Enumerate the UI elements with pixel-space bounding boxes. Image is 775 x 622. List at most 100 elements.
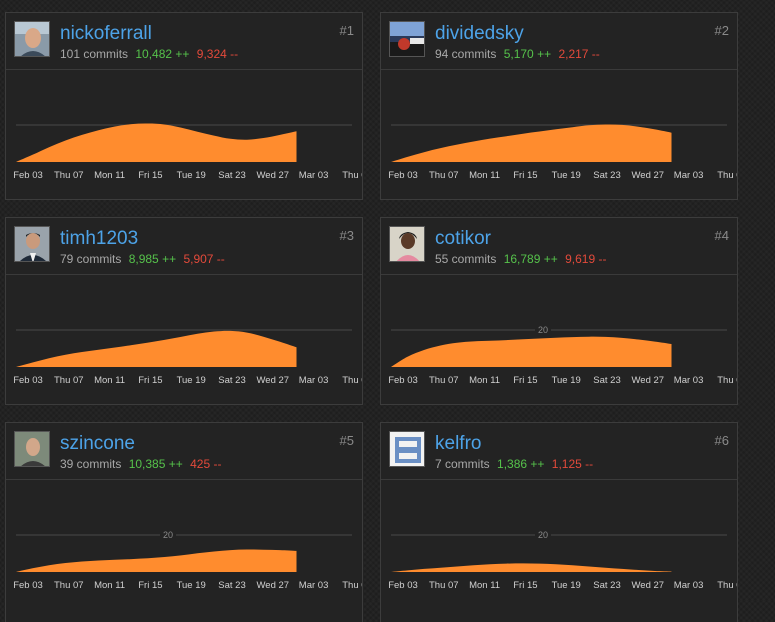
contributor-card: nickoferrall 101 commits 10,482 ++ 9,324… — [5, 12, 363, 200]
deletions-count: 9,324 -- — [196, 47, 239, 61]
x-tick-label: Thu 0 — [342, 170, 362, 181]
deletions-count: 1,125 -- — [551, 457, 594, 471]
x-tick-label: Wed 27 — [257, 580, 290, 591]
commit-area-chart: 20 Feb 03 Thu 07 Mon 11 Fri 15 Tue 19 Sat 23 We… — [388, 324, 737, 386]
username-link[interactable]: szincone — [60, 433, 135, 455]
commit-stats: 39 commits 10,385 ++ 425 -- — [60, 457, 221, 471]
rank-badge: #1 — [339, 23, 354, 38]
x-tick-label: Fri 15 — [138, 170, 162, 181]
additions-count: 10,482 ++ — [135, 47, 190, 61]
deletions-count: 2,217 -- — [558, 47, 600, 61]
additions-count: 1,386 ++ — [497, 457, 545, 471]
card-header: nickoferrall 101 commits 10,482 ++ 9,324… — [6, 13, 362, 70]
x-tick-label: Sat 23 — [593, 170, 620, 181]
x-tick-label: Thu 0 — [717, 170, 737, 181]
additions-count: 8,985 ++ — [128, 252, 177, 266]
x-tick-label: Wed 27 — [257, 170, 290, 181]
x-tick-label: Wed 27 — [257, 375, 290, 386]
x-tick-label: Tue 19 — [552, 580, 581, 591]
commit-count: 39 commits — [60, 457, 122, 471]
commit-area-chart: Feb 03 Thu 07 Mon 11 Fri 15 Tue 19 Sat 23 Wed … — [388, 124, 737, 181]
x-tick-label: Mar 03 — [674, 580, 704, 591]
x-tick-label: Wed 27 — [632, 170, 665, 181]
username-link[interactable]: cotikor — [435, 228, 491, 250]
deletions-count: 9,619 -- — [565, 252, 607, 266]
x-tick-label: Feb 03 — [388, 170, 418, 181]
x-tick-label: Thu 0 — [717, 580, 737, 591]
commit-area-chart: Feb 03 Thu 07 Mon 11 Fri 15 Tue 19 Sat 23 Wed … — [13, 329, 362, 386]
username-link[interactable]: dividedsky — [435, 23, 524, 45]
commit-area-series — [391, 124, 672, 162]
x-tick-label: Sat 23 — [218, 375, 245, 386]
username-link[interactable]: timh1203 — [60, 228, 138, 250]
commit-count: 7 commits — [435, 457, 490, 471]
avatar[interactable] — [389, 226, 425, 262]
x-tick-label: Feb 03 — [388, 580, 418, 591]
x-tick-label: Fri 15 — [513, 580, 537, 591]
x-tick-label: Fri 15 — [513, 170, 537, 181]
commit-stats: 55 commits 16,789 ++ 9,619 -- — [435, 252, 606, 266]
x-tick-label: Mon 11 — [94, 375, 125, 386]
contributor-card: dividedsky 94 commits 5,170 ++ 2,217 -- … — [380, 12, 738, 200]
x-tick-label: Feb 03 — [13, 580, 43, 591]
additions-count: 5,170 ++ — [503, 47, 552, 61]
x-tick-label: Sat 23 — [218, 580, 245, 591]
x-tick-label: Sat 23 — [593, 375, 620, 386]
x-tick-label: Thu 0 — [342, 580, 362, 591]
x-tick-label: Mar 03 — [299, 580, 329, 591]
x-tick-label: Mar 03 — [299, 375, 329, 386]
x-tick-label: Thu 07 — [54, 170, 84, 181]
commit-area-chart: 20 Feb 03 Thu 07 Mon 11 Fri 15 Tue 19 Sat 23 We… — [388, 529, 737, 591]
x-tick-label: Mon 11 — [469, 170, 500, 181]
commit-count: 55 commits — [435, 252, 497, 266]
card-header: dividedsky 94 commits 5,170 ++ 2,217 -- … — [381, 13, 737, 70]
card-header: szincone 39 commits 10,385 ++ 425 -- #5 — [6, 423, 362, 480]
x-tick-label: Tue 19 — [177, 170, 206, 181]
gridline-label: 20 — [538, 325, 548, 335]
rank-badge: #6 — [714, 433, 729, 448]
card-header: timh1203 79 commits 8,985 ++ 5,907 -- #3 — [6, 218, 362, 275]
x-tick-label: Thu 07 — [429, 375, 459, 386]
x-tick-label: Thu 07 — [429, 170, 459, 181]
deletions-count: 5,907 -- — [183, 252, 225, 266]
commit-count: 101 commits — [60, 47, 129, 61]
commit-stats: 79 commits 8,985 ++ 5,907 -- — [60, 252, 225, 266]
x-tick-label: Mon 11 — [94, 170, 125, 181]
commit-stats: 101 commits 10,482 ++ 9,324 -- — [60, 47, 238, 61]
x-tick-label: Mon 11 — [469, 580, 500, 591]
avatar[interactable] — [14, 226, 50, 262]
x-tick-label: Thu 07 — [54, 375, 84, 386]
x-tick-label: Mon 11 — [469, 375, 500, 386]
commit-area-series — [391, 563, 672, 572]
gridline-label: 20 — [538, 530, 548, 540]
commit-area-chart: Feb 03 Thu 07 Mon 11 Fri 15 Tue 19 Sat 23 Wed … — [13, 123, 362, 181]
username-link[interactable]: kelfro — [435, 433, 481, 455]
additions-count: 16,789 ++ — [503, 252, 558, 266]
x-tick-label: Mar 03 — [299, 170, 329, 181]
commit-count: 79 commits — [60, 252, 122, 266]
x-tick-label: Thu 07 — [429, 580, 459, 591]
avatar[interactable] — [389, 431, 425, 467]
x-tick-label: Mar 03 — [674, 375, 704, 386]
x-tick-label: Wed 27 — [632, 375, 665, 386]
commit-stats: 7 commits 1,386 ++ 1,125 -- — [435, 457, 593, 471]
x-tick-label: Thu 0 — [342, 375, 362, 386]
commit-area-series — [16, 549, 297, 572]
contributor-card: kelfro 7 commits 1,386 ++ 1,125 -- #6 20… — [380, 422, 738, 622]
x-tick-label: Fri 15 — [513, 375, 537, 386]
avatar[interactable] — [389, 21, 425, 57]
x-tick-label: Feb 03 — [13, 170, 43, 181]
x-tick-label: Wed 27 — [632, 580, 665, 591]
x-tick-label: Mon 11 — [94, 580, 125, 591]
avatar[interactable] — [14, 21, 50, 57]
x-tick-label: Thu 07 — [54, 580, 84, 591]
avatar[interactable] — [14, 431, 50, 467]
commit-area-series — [391, 336, 672, 367]
x-tick-label: Tue 19 — [177, 580, 206, 591]
contributor-card: timh1203 79 commits 8,985 ++ 5,907 -- #3… — [5, 217, 363, 405]
x-tick-label: Tue 19 — [552, 170, 581, 181]
x-tick-label: Fri 15 — [138, 580, 162, 591]
commit-area-series — [16, 123, 297, 162]
username-link[interactable]: nickoferrall — [60, 23, 152, 45]
contributor-card: cotikor 55 commits 16,789 ++ 9,619 -- #4… — [380, 217, 738, 405]
